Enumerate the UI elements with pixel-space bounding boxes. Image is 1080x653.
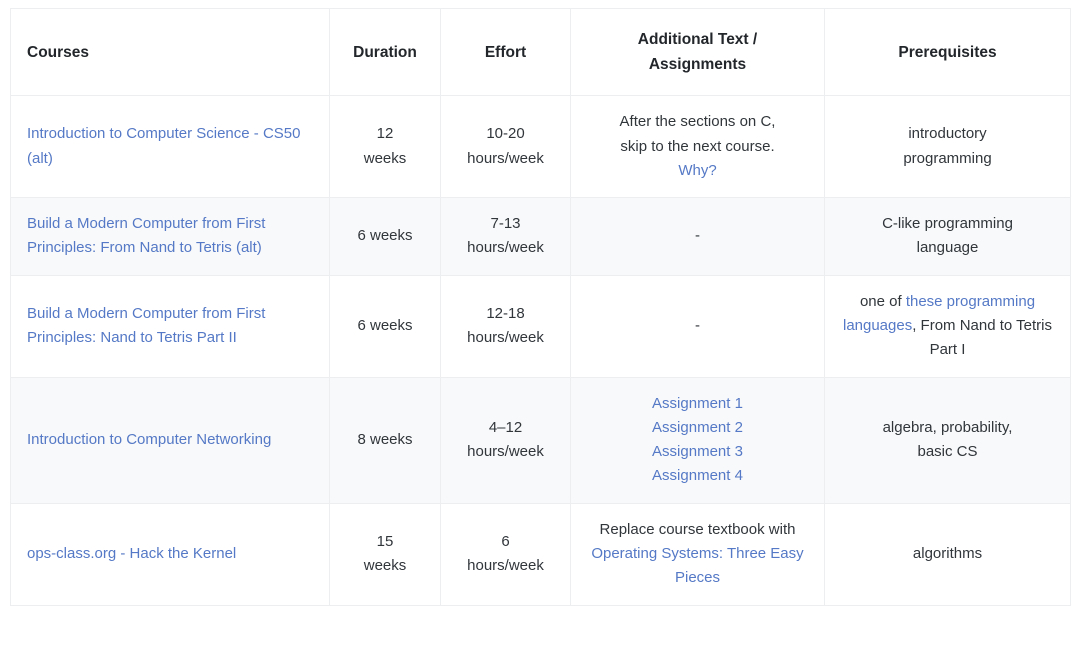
effort-value: 12-18 [486,304,525,322]
prerequisite-line2: programming [903,149,992,167]
duration-cell: 15 weeks [329,502,441,606]
additional-why-link[interactable]: Why? [678,162,716,179]
course-cell: Introduction to Computer Networking [10,376,330,504]
prerequisites-cell: one of these programming languages, From… [824,274,1071,378]
course-link[interactable]: Build a Modern Computer from First Princ… [27,305,265,346]
effort-unit: hours/week [467,557,544,575]
effort-cell: 12-18 hours/week [440,274,571,378]
course-cell: ops-class.org - Hack the Kernel [10,502,330,606]
additional-cell: Replace course textbook with Operating S… [570,502,825,606]
duration-cell: 6 weeks [329,197,441,276]
table-body: Introduction to Computer Science - CS50 … [10,95,1071,606]
additional-textbook-link[interactable]: Operating Systems: Three Easy Pieces [591,545,803,586]
effort-cell: 7-13 hours/week [440,197,571,276]
effort-cell: 10-20 hours/week [440,95,571,199]
additional-cell: - [570,274,825,378]
prerequisite-prefix: one of [859,292,906,310]
duration-value: 6 weeks [357,227,413,245]
course-link[interactable]: Introduction to Computer Networking [27,431,271,448]
course-cell: Introduction to Computer Science - CS50 … [10,95,330,199]
duration-cell: 12 weeks [329,95,441,199]
additional-cell: Assignment 1 Assignment 2 Assignment 3 A… [570,376,825,504]
table-row: Introduction to Computer Networking 8 we… [10,376,1071,504]
additional-text-line1: Replace course textbook [599,520,765,538]
column-header-additional-line1: Additional Text / [637,31,758,48]
prerequisites-cell: algorithms [824,502,1071,606]
course-alt-link[interactable]: (alt) [236,239,262,256]
prerequisite-line1: introductory [908,125,987,143]
effort-unit: hours/week [467,149,544,167]
prerequisites-cell: C-like programming language [824,197,1071,276]
column-header-courses: Courses [10,7,330,97]
header-row: Courses Duration Effort Additional Text … [10,7,1071,97]
duration-cell: 6 weeks [329,274,441,378]
column-header-duration: Duration [329,7,441,97]
effort-unit: hours/week [467,239,544,257]
prerequisite-line1: algorithms [912,545,983,563]
course-cell: Build a Modern Computer from First Princ… [10,197,330,276]
prerequisite-line2: language [916,239,979,257]
courses-table: Courses Duration Effort Additional Text … [10,7,1071,606]
effort-value: 4–12 [488,418,523,436]
effort-value: 7-13 [490,215,521,233]
course-alt-link[interactable]: (alt) [27,150,53,167]
assignment-link[interactable]: Assignment 4 [583,464,812,488]
effort-unit: hours/week [467,443,544,461]
course-link[interactable]: Introduction to Computer Science - CS50 [27,125,300,142]
duration-cell: 8 weeks [329,376,441,504]
course-cell: Build a Modern Computer from First Princ… [10,274,330,378]
effort-cell: 6 hours/week [440,502,571,606]
duration-unit: weeks [363,557,407,575]
course-link[interactable]: ops-class.org - Hack the Kernel [27,545,236,562]
column-header-prerequisites: Prerequisites [824,7,1071,97]
prerequisite-line2: basic CS [917,443,978,461]
duration-unit: weeks [363,149,407,167]
additional-text-line1: - [695,227,700,245]
page-root: Courses Duration Effort Additional Text … [0,0,1080,653]
prerequisite-line1: C-like programming [882,215,1013,233]
prerequisites-cell: introductory programming [824,95,1071,199]
duration-value: 12 [376,125,394,143]
column-header-effort: Effort [440,7,571,97]
additional-text-line1: After the sections on C, [619,113,776,131]
prerequisites-cell: algebra, probability, basic CS [824,376,1071,504]
effort-cell: 4–12 hours/week [440,376,571,504]
additional-cell: - [570,197,825,276]
course-link[interactable]: Build a Modern Computer from First Princ… [27,215,265,256]
table-row: Introduction to Computer Science - CS50 … [10,95,1071,199]
additional-text-line1: - [695,317,700,334]
additional-cell: After the sections on C, skip to the nex… [570,95,825,199]
duration-value: 15 [376,532,394,550]
effort-value: 6 [501,532,510,550]
table-row: Build a Modern Computer from First Princ… [10,197,1071,276]
prerequisite-line1: algebra, probability, [882,418,1013,436]
assignment-link[interactable]: Assignment 2 [583,416,812,440]
effort-unit: hours/week [467,329,544,347]
prerequisite-suffix: , From Nand to Tetris Part I [912,317,1052,359]
column-header-additional-text-assignments: Additional Text / Assignments [570,7,825,97]
assignment-link[interactable]: Assignment 3 [583,440,812,464]
table-row: Build a Modern Computer from First Princ… [10,274,1071,378]
assignment-link[interactable]: Assignment 1 [583,392,812,416]
additional-text-line2: with [768,520,796,538]
table-header: Courses Duration Effort Additional Text … [10,7,1071,97]
table-row: ops-class.org - Hack the Kernel 15 weeks… [10,502,1071,606]
column-header-additional-line2: Assignments [648,56,747,74]
effort-value: 10-20 [486,125,525,143]
duration-value: 8 weeks [357,431,413,449]
additional-text-line2: skip to the next course. [620,137,775,155]
duration-value: 6 weeks [357,317,413,334]
